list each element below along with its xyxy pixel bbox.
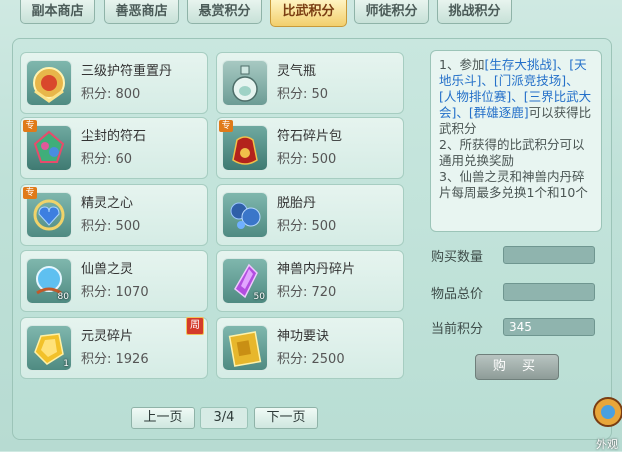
- appearance-button[interactable]: 外观: [588, 390, 622, 451]
- prev-page-button[interactable]: 上一页: [131, 407, 195, 429]
- tab-duel-points[interactable]: 比武积分: [270, 0, 347, 27]
- item-card[interactable]: 专 尘封的符石 积分: 60: [20, 117, 208, 179]
- tab-good-evil-shop[interactable]: 善恶商店: [104, 0, 179, 24]
- item-price: 积分: 1070: [81, 285, 149, 300]
- item-card[interactable]: 50 神兽内丹碎片 积分: 720: [216, 250, 404, 312]
- item-card[interactable]: 专 符石碎片包 积分: 500: [216, 117, 404, 179]
- item-card[interactable]: 80 仙兽之灵 积分: 1070: [20, 250, 208, 312]
- buy-button[interactable]: 购 买: [475, 354, 559, 380]
- item-price: 积分: 500: [81, 219, 141, 234]
- quantity-label: 购买数量: [431, 250, 484, 265]
- appearance-label: 外观: [596, 438, 618, 451]
- rules-info-box: 1、参加[生存大挑战]、[天地乐斗]、[门派竞技场]、[人物排位赛]、[三界比武…: [430, 50, 602, 232]
- item-name: 元灵碎片: [81, 329, 134, 344]
- item-price: 积分: 2500: [277, 352, 345, 367]
- tab-bar: 副本商店 善恶商店 悬赏积分 比武积分 师徒积分 挑战积分: [0, 0, 622, 30]
- item-card[interactable]: 灵气瓶 积分: 50: [216, 52, 404, 114]
- yuanling-fragment-icon: 1: [26, 325, 72, 371]
- tab-dungeon-shop[interactable]: 副本商店: [20, 0, 95, 24]
- item-name: 精灵之心: [81, 196, 134, 211]
- item-price: 积分: 500: [277, 152, 337, 167]
- total-price-field: [503, 283, 595, 301]
- current-points-label: 当前积分: [431, 322, 484, 337]
- item-name: 尘封的符石: [81, 129, 147, 144]
- item-price: 积分: 500: [277, 219, 337, 234]
- exclusive-tag: 专: [219, 120, 233, 132]
- tab-bounty-points[interactable]: 悬赏积分: [187, 0, 262, 24]
- info-line1-prefix: 1、参加: [439, 57, 485, 72]
- item-name: 神功要诀: [277, 329, 330, 344]
- info-line2: 2、所获得的比武积分可以通用兑换奖励: [439, 137, 585, 168]
- item-quantity: 1: [63, 359, 69, 369]
- divine-skill-book-icon: [222, 325, 268, 371]
- gold-talisman-pill-icon: [26, 60, 72, 106]
- item-quantity: 50: [253, 292, 265, 302]
- exclusive-tag: 专: [23, 120, 37, 132]
- item-name: 脱胎丹: [277, 196, 317, 211]
- item-name: 仙兽之灵: [81, 262, 134, 277]
- item-name: 符石碎片包: [277, 129, 343, 144]
- item-price: 积分: 800: [81, 87, 141, 102]
- item-price: 积分: 60: [81, 152, 133, 167]
- item-card[interactable]: 脱胎丹 积分: 500: [216, 184, 404, 246]
- immortal-beast-spirit-icon: 80: [26, 258, 72, 304]
- item-card[interactable]: 周 1 元灵碎片 积分: 1926: [20, 317, 208, 379]
- exclusive-tag: 专: [23, 187, 37, 199]
- item-name: 三级护符重置丹: [81, 64, 173, 79]
- divine-beast-core-fragment-icon: 50: [222, 258, 268, 304]
- item-price: 积分: 1926: [81, 352, 149, 367]
- item-quantity: 80: [57, 292, 69, 302]
- next-page-button[interactable]: 下一页: [254, 407, 318, 429]
- weekly-badge: 周: [186, 317, 204, 335]
- current-points-field: 345: [503, 318, 595, 336]
- item-price: 积分: 720: [277, 285, 337, 300]
- item-card[interactable]: 三级护符重置丹 积分: 800: [20, 52, 208, 114]
- item-name: 灵气瓶: [277, 64, 317, 79]
- item-card[interactable]: 神功要诀 积分: 2500: [216, 317, 404, 379]
- info-line3: 3、仙兽之灵和神兽内丹碎片每周最多兑换1个和10个: [439, 169, 588, 200]
- spirit-bottle-icon: [222, 60, 268, 106]
- rebirth-pill-icon: [222, 192, 268, 238]
- tab-mentor-points[interactable]: 师徒积分: [354, 0, 429, 24]
- item-card[interactable]: 专 精灵之心 积分: 500: [20, 184, 208, 246]
- item-price: 积分: 50: [277, 87, 329, 102]
- quantity-input[interactable]: [503, 246, 595, 264]
- total-price-label: 物品总价: [431, 287, 484, 302]
- appearance-icon: [593, 397, 622, 427]
- tab-challenge-points[interactable]: 挑战积分: [437, 0, 512, 24]
- item-name: 神兽内丹碎片: [277, 262, 356, 277]
- page-indicator: 3/4: [200, 407, 248, 429]
